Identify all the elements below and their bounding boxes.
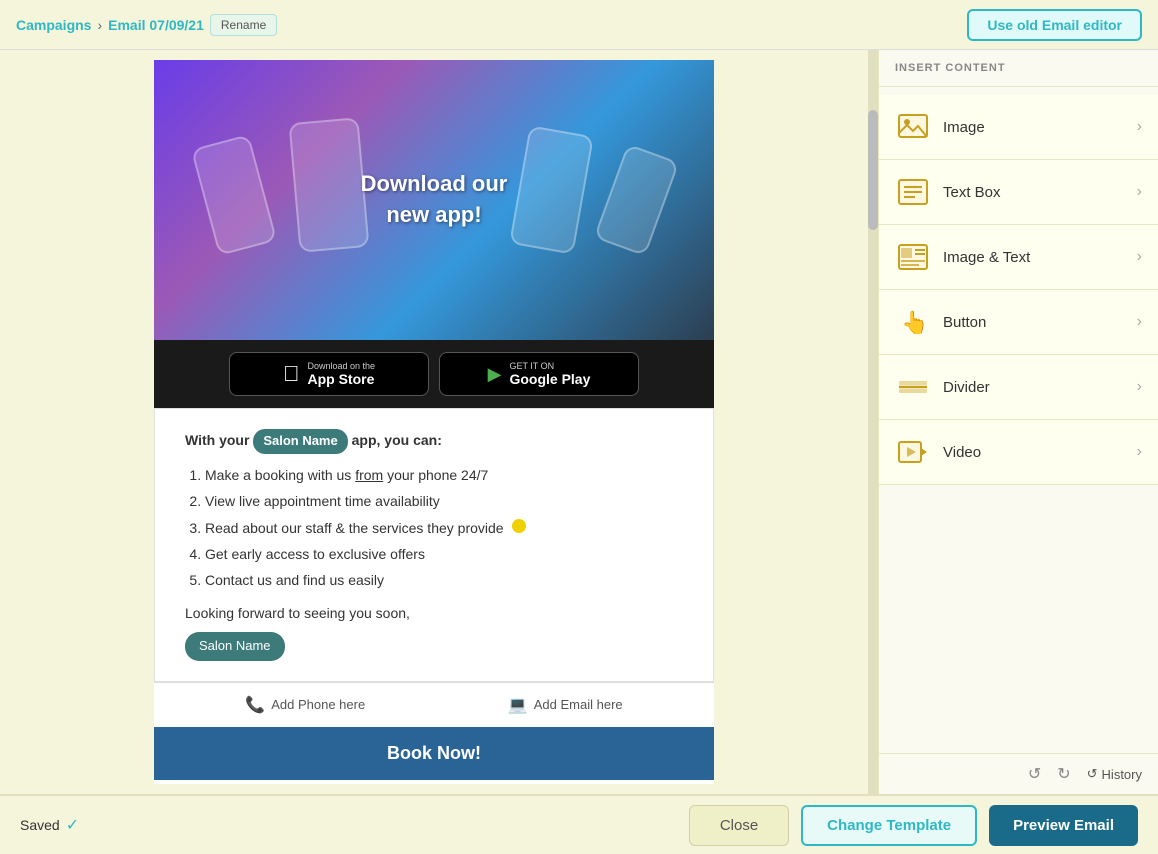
scrollbar-track[interactable]: [868, 50, 878, 794]
breadcrumb-campaigns[interactable]: Campaigns: [16, 17, 91, 33]
email-contact[interactable]: 💻 Add Email here: [508, 695, 623, 715]
bottom-bar: Saved ✓ Close Change Template Preview Em…: [0, 794, 1158, 854]
image-label: Image: [943, 119, 1137, 136]
app-store-row:  Download on the App Store ▶ GET IT ON …: [154, 340, 714, 408]
history-button[interactable]: ↺ History: [1087, 766, 1142, 782]
change-template-button[interactable]: Change Template: [801, 805, 977, 846]
image-text-label: Image & Text: [943, 249, 1137, 266]
bottom-actions: Close Change Template Preview Email: [689, 805, 1138, 846]
list-item: Get early access to exclusive offers: [205, 543, 683, 565]
phone-decoration-1: [191, 134, 277, 256]
salon-name-button[interactable]: Salon Name: [185, 632, 285, 661]
video-icon: [895, 434, 931, 470]
button-label: Button: [943, 314, 1137, 331]
apple-store-text: Download on the App Store: [307, 361, 375, 387]
email-canvas: Download our new app!  Download on the …: [154, 60, 714, 784]
phone-decoration-2: [288, 117, 369, 253]
banner-image: Download our new app!: [154, 60, 714, 340]
redo-button[interactable]: ↻: [1057, 764, 1070, 784]
breadcrumb: Campaigns › Email 07/09/21 Rename: [16, 14, 277, 36]
divider-label: Divider: [943, 379, 1137, 396]
list-item: Contact us and find us easily: [205, 569, 683, 591]
history-label-text: History: [1102, 767, 1142, 782]
insert-content-header: INSERT CONTENT: [879, 50, 1158, 87]
image-text-icon: [895, 239, 931, 275]
text-content[interactable]: With your Salon Name app, you can: Make …: [154, 408, 714, 682]
image-icon: [895, 109, 931, 145]
svg-text:👆: 👆: [901, 310, 928, 335]
right-panel: INSERT CONTENT Image ›: [878, 50, 1158, 794]
phone-contact[interactable]: 📞 Add Phone here: [245, 695, 365, 715]
email-icon: 💻: [508, 695, 528, 715]
phone-label: Add Phone here: [271, 697, 365, 712]
canvas-area: Download our new app!  Download on the …: [0, 50, 868, 794]
rename-button[interactable]: Rename: [210, 14, 277, 36]
preview-email-button[interactable]: Preview Email: [989, 805, 1138, 846]
feature-list: Make a booking with us from your phone 2…: [205, 464, 683, 592]
history-row: ↺ ↻ ↺ History: [879, 753, 1158, 794]
book-now-bar[interactable]: Book Now!: [154, 727, 714, 780]
button-arrow-icon: ›: [1137, 313, 1142, 331]
google-play-text: GET IT ON Google Play: [509, 361, 590, 387]
content-item-text-box[interactable]: Text Box ›: [879, 160, 1158, 225]
cursor-indicator: [512, 519, 526, 533]
top-bar: Campaigns › Email 07/09/21 Rename Use ol…: [0, 0, 1158, 50]
contact-row: 📞 Add Phone here 💻 Add Email here: [154, 682, 714, 727]
play-icon: ▶: [488, 364, 502, 385]
content-item-image-text[interactable]: Image & Text ›: [879, 225, 1158, 290]
image-arrow-icon: ›: [1137, 118, 1142, 136]
content-item-button[interactable]: 👆 Button ›: [879, 290, 1158, 355]
banner-text: Download our new app!: [361, 169, 508, 231]
phone-icon: 📞: [245, 695, 265, 715]
text-box-arrow-icon: ›: [1137, 183, 1142, 201]
list-item: View live appointment time availability: [205, 490, 683, 512]
image-text-arrow-icon: ›: [1137, 248, 1142, 266]
undo-button[interactable]: ↺: [1028, 764, 1041, 784]
history-icon: ↺: [1087, 766, 1098, 782]
saved-status: Saved ✓: [20, 815, 79, 835]
content-items-list: Image › Text Box ›: [879, 87, 1158, 753]
use-old-editor-button[interactable]: Use old Email editor: [967, 9, 1142, 41]
google-play-button[interactable]: ▶ GET IT ON Google Play: [439, 352, 639, 396]
salon-name-badge: Salon Name: [253, 429, 347, 454]
apple-icon: : [283, 361, 300, 387]
close-button[interactable]: Close: [689, 805, 789, 846]
scrollbar-thumb[interactable]: [868, 110, 878, 230]
content-item-divider[interactable]: Divider ›: [879, 355, 1158, 420]
content-item-image[interactable]: Image ›: [879, 95, 1158, 160]
list-item: Make a booking with us from your phone 2…: [205, 464, 683, 486]
saved-check-icon: ✓: [66, 815, 79, 835]
closing-text: Looking forward to seeing you soon,: [185, 602, 683, 624]
saved-text: Saved: [20, 817, 60, 833]
video-arrow-icon: ›: [1137, 443, 1142, 461]
button-icon: 👆: [895, 304, 931, 340]
divider-arrow-icon: ›: [1137, 378, 1142, 396]
intro-paragraph: With your Salon Name app, you can:: [185, 429, 683, 454]
divider-icon: [895, 369, 931, 405]
video-label: Video: [943, 444, 1137, 461]
apple-store-button[interactable]:  Download on the App Store: [229, 352, 429, 396]
breadcrumb-email: Email 07/09/21: [108, 17, 204, 33]
text-box-icon: [895, 174, 931, 210]
list-item: Read about our staff & the services they…: [205, 517, 683, 539]
phone-decoration-3: [509, 125, 594, 254]
breadcrumb-separator: ›: [97, 17, 102, 33]
text-box-label: Text Box: [943, 184, 1137, 201]
phone-decoration-4: [594, 144, 680, 257]
email-label: Add Email here: [534, 697, 623, 712]
content-item-video[interactable]: Video ›: [879, 420, 1158, 485]
main-area: Download our new app!  Download on the …: [0, 50, 1158, 794]
